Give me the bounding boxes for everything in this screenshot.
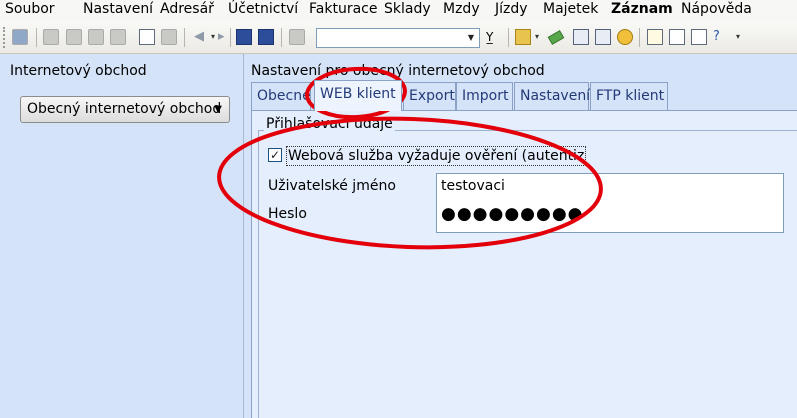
chevron-down-icon[interactable]: ▾ <box>211 30 215 44</box>
menu-nastaveni[interactable]: Nastavení <box>83 0 153 21</box>
card-icon[interactable] <box>691 29 707 45</box>
new-document-icon[interactable] <box>139 29 155 45</box>
toolbar-combo[interactable]: ▼ <box>316 28 480 48</box>
list-icon[interactable] <box>573 29 589 45</box>
menu-majetek[interactable]: Majetek <box>543 0 598 21</box>
toolbar-separator <box>639 28 640 47</box>
toolbar-separator <box>36 28 37 47</box>
chevron-down-icon[interactable]: ▾ <box>736 30 740 44</box>
menu-bar: Soubor Nastavení Adresář Účetnictví Fakt… <box>0 0 797 21</box>
tab-ftp-klient[interactable]: FTP klient <box>590 82 668 110</box>
username-field[interactable]: testovaci <box>441 178 505 194</box>
list-icon[interactable] <box>669 29 685 45</box>
menu-sklady[interactable]: Sklady <box>384 0 431 21</box>
menu-napoveda[interactable]: Nápověda <box>681 0 752 21</box>
shop-select[interactable]: Obecný internetový obchod ▼ <box>20 96 230 123</box>
print-icon[interactable] <box>110 29 126 45</box>
filter-icon[interactable]: Y̲ <box>486 29 502 45</box>
menu-ucetnictvi[interactable]: Účetnictví <box>228 0 298 21</box>
toolbar-separator <box>508 28 509 47</box>
toggle-icon[interactable] <box>12 29 28 45</box>
save-icon[interactable] <box>236 29 252 45</box>
back-arrow-icon[interactable]: ◀ <box>194 29 204 45</box>
settings-title: Nastavení pro obecný internetový obchod <box>251 63 545 79</box>
tab-strip: Obecné WEB klient Export Import Nastaven… <box>251 80 797 111</box>
tab-nastaveni[interactable]: Nastavení <box>514 82 590 110</box>
login-group-caption: Přihlašovací údaje <box>264 116 395 132</box>
tab-web-klient[interactable]: WEB klient <box>314 80 402 111</box>
auth-checkbox-label[interactable]: Webová služba vyžaduje ověření (autentiz <box>286 146 587 166</box>
coins-icon[interactable] <box>617 29 633 45</box>
menu-zaznam[interactable]: Záznam <box>611 0 673 21</box>
left-panel: Internetový obchod Obecný internetový ob… <box>0 54 244 418</box>
save-all-icon[interactable] <box>258 29 274 45</box>
left-panel-title: Internetový obchod <box>10 63 147 79</box>
forward-arrow-icon[interactable]: ▸ <box>218 29 225 45</box>
menu-soubor[interactable]: Soubor <box>5 0 55 21</box>
chevron-down-icon[interactable]: ▼ <box>464 30 478 46</box>
copy-icon[interactable] <box>43 29 59 45</box>
clipboard-icon[interactable] <box>289 29 305 45</box>
menu-fakturace[interactable]: Fakturace <box>309 0 377 21</box>
toolbar-separator <box>184 28 185 47</box>
toolbar: ◀ ▾ ▸ ▼ Y̲ ▾ ? ▾ <box>0 21 797 54</box>
folder-icon[interactable] <box>515 29 531 45</box>
toolbar-grip[interactable] <box>3 27 5 48</box>
shop-select-value: Obecný internetový obchod <box>27 101 222 117</box>
username-label: Uživatelské jméno <box>268 178 396 194</box>
toolbar-separator <box>281 28 282 47</box>
toolbar-separator <box>230 28 231 47</box>
tab-obecne[interactable]: Obecné <box>251 82 311 110</box>
menu-adresar[interactable]: Adresář <box>160 0 214 21</box>
auth-checkbox[interactable]: ✓ <box>268 148 282 162</box>
money-icon[interactable] <box>547 30 565 45</box>
broom-icon[interactable] <box>161 29 177 45</box>
preview-icon[interactable] <box>88 29 104 45</box>
calculator-icon[interactable] <box>595 29 611 45</box>
chevron-down-icon[interactable]: ▾ <box>535 30 539 44</box>
tab-export[interactable]: Export <box>403 82 456 110</box>
menu-mzdy[interactable]: Mzdy <box>443 0 480 21</box>
tab-import[interactable]: Import <box>456 82 513 110</box>
chevron-down-icon: ▼ <box>214 104 222 115</box>
menu-jizdy[interactable]: Jízdy <box>495 0 528 21</box>
note-icon[interactable] <box>647 29 663 45</box>
password-label: Heslo <box>268 206 307 222</box>
copy-multi-icon[interactable] <box>66 29 82 45</box>
help-icon[interactable]: ? <box>713 29 729 45</box>
password-field[interactable]: ●●●●●●●●● <box>441 204 584 224</box>
